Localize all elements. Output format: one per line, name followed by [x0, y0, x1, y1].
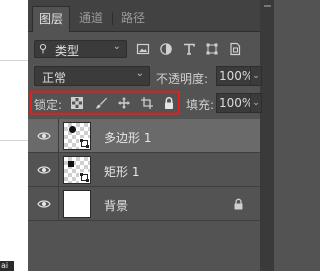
smart-object-filter-icon[interactable] [228, 42, 242, 56]
layer-row-polygon[interactable]: 多边形 1 [28, 119, 260, 153]
blend-row: 正常 ⌄ 不透明度: 100% ⌄ [28, 63, 262, 89]
layer-thumbnail [63, 122, 91, 150]
layer-shape-preview [68, 161, 74, 167]
panel-scroll-strip[interactable] [260, 0, 274, 271]
lock-image-pixels-icon[interactable] [94, 96, 108, 110]
left-edge-label: ai [0, 261, 14, 271]
text-filter-icon[interactable] [182, 42, 196, 56]
lock-all-icon[interactable] [162, 96, 176, 110]
lock-position-icon[interactable] [117, 96, 131, 110]
blend-mode-select[interactable]: 正常 ⌄ [34, 66, 150, 86]
tab-layers[interactable]: 图层 [32, 6, 70, 32]
visibility-eye-icon[interactable] [37, 198, 51, 210]
layer-name[interactable]: 矩形 1 [104, 163, 139, 180]
opacity-dropdown-icon[interactable]: ⌄ [250, 66, 262, 86]
visibility-eye-icon[interactable] [37, 130, 51, 142]
filter-kind-label: 类型 [55, 44, 80, 58]
layer-shape-preview [69, 126, 76, 133]
lock-label: 锁定: [34, 98, 63, 112]
layer-thumbnail [63, 156, 91, 184]
layer-divider [58, 119, 59, 153]
fill-dropdown-icon[interactable]: ⌄ [250, 93, 262, 113]
opacity-label: 不透明度: [156, 72, 209, 86]
background-lock-icon[interactable] [233, 198, 244, 210]
visibility-eye-icon[interactable] [37, 164, 51, 176]
fill-label: 填充: [186, 98, 215, 112]
chevron-down-icon: ⌄ [135, 68, 144, 79]
image-filter-icon[interactable] [136, 42, 150, 56]
filter-row: ⚲ 类型 ⌄ [28, 33, 260, 63]
layers-panel: 图层 通道 路径 ⚲ 类型 ⌄ 正常 ⌄ 不透明度: 100% ⌄ 锁定: 填充… [28, 0, 262, 271]
layer-row-background[interactable]: 背景 [28, 187, 260, 221]
shape-layer-badge-icon [79, 138, 90, 149]
shape-layer-badge-icon [79, 172, 90, 183]
canvas-edge: ai [0, 0, 28, 271]
layer-thumbnail [63, 190, 91, 218]
tab-paths[interactable]: 路径 [116, 6, 150, 32]
layer-list: 多边形 1 矩形 1 背景 [28, 119, 260, 221]
panel-tab-bar: 图层 通道 路径 [28, 0, 260, 32]
fill-input[interactable]: 100% [216, 93, 253, 113]
layer-divider [58, 187, 59, 221]
layer-name[interactable]: 多边形 1 [104, 129, 151, 146]
blend-mode-value: 正常 [42, 71, 67, 85]
lock-transparent-pixels-icon[interactable] [70, 96, 84, 110]
lock-artboard-icon[interactable] [140, 96, 154, 110]
adjustment-filter-icon[interactable] [159, 42, 173, 56]
chevron-down-icon: ⌄ [112, 41, 121, 52]
filter-kind-select[interactable]: ⚲ 类型 ⌄ [34, 40, 127, 58]
lock-row: 锁定: 填充: 100% ⌄ [28, 89, 262, 117]
search-icon: ⚲ [39, 42, 48, 55]
tab-separator [112, 12, 113, 25]
panel-grip-icon[interactable] [264, 5, 271, 7]
layer-name[interactable]: 背景 [104, 197, 128, 214]
layer-divider [58, 153, 59, 187]
layer-row-rectangle[interactable]: 矩形 1 [28, 153, 260, 187]
tab-channels[interactable]: 通道 [74, 6, 108, 32]
shape-filter-icon[interactable] [205, 42, 219, 56]
opacity-input[interactable]: 100% [216, 66, 253, 86]
